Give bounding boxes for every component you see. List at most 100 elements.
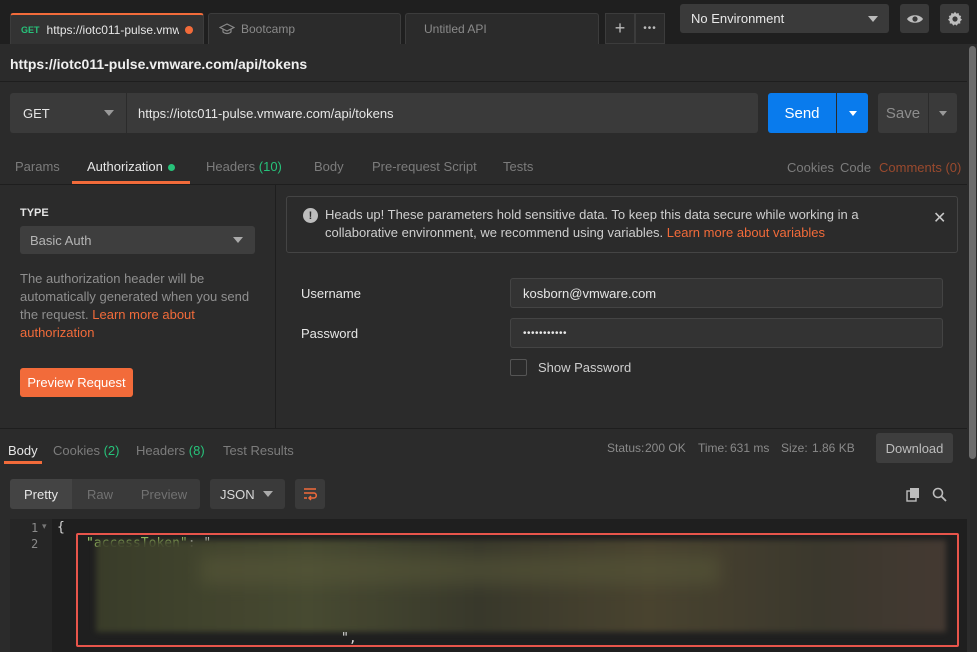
headers-count: (10)	[258, 159, 282, 174]
chevron-down-icon	[233, 237, 243, 243]
cookies-count: (2)	[103, 443, 120, 458]
send-button[interactable]: Send	[768, 93, 836, 133]
tab-body[interactable]: Body	[314, 159, 344, 174]
size-label: Size:	[781, 441, 808, 455]
save-options-button[interactable]	[929, 93, 957, 133]
show-password-label[interactable]: Show Password	[538, 360, 631, 375]
url-value: https://iotc011-pulse.vmware.com/api/tok…	[138, 105, 394, 121]
view-raw-label: Raw	[86, 486, 113, 502]
chevron-down-icon	[848, 110, 857, 116]
highlight-box	[76, 533, 959, 647]
environment-select[interactable]: No Environment	[680, 4, 889, 33]
scrollbar-thumb[interactable]	[969, 46, 976, 459]
status-value[interactable]: 200 OK	[645, 441, 686, 455]
response-tab-body[interactable]: Body	[8, 443, 38, 458]
tab-bootcamp[interactable]: Bootcamp	[208, 13, 401, 44]
tab-untitled-api[interactable]: Untitled API	[405, 13, 599, 44]
learn-more-variables-link[interactable]: Learn more about variables	[667, 225, 825, 240]
manage-environments-button[interactable]	[940, 4, 969, 33]
auth-type-select[interactable]: Basic Auth	[20, 226, 255, 254]
gear-icon	[947, 11, 962, 26]
chevron-down-icon	[104, 110, 114, 116]
tab-label: Bootcamp	[241, 22, 296, 36]
response-tab-test-results[interactable]: Test Results	[223, 443, 294, 458]
graduation-cap-icon	[219, 23, 235, 35]
fold-arrow-icon[interactable]: ▾	[42, 521, 47, 532]
line-number: 2	[31, 537, 39, 551]
preview-request-label: Preview Request	[27, 375, 126, 390]
line-number: 1	[31, 521, 39, 535]
view-pretty-button[interactable]: Pretty	[10, 479, 72, 509]
send-options-button[interactable]	[837, 93, 868, 133]
auth-type-value: Basic Auth	[30, 232, 92, 248]
wrap-lines-button[interactable]	[295, 479, 325, 509]
view-raw-button[interactable]: Raw	[72, 479, 128, 509]
new-tab-button[interactable]: +	[605, 13, 635, 44]
view-preview-button[interactable]: Preview	[128, 479, 200, 509]
chevron-down-icon	[263, 491, 273, 497]
time-value[interactable]: 631 ms	[730, 441, 769, 455]
auth-type-label: TYPE	[20, 207, 49, 219]
tab-headers-label: Headers	[206, 159, 256, 174]
password-value: •••••••••••	[523, 327, 568, 339]
password-field[interactable]: •••••••••••	[510, 318, 943, 348]
auth-description: The authorization header will be automat…	[20, 270, 260, 342]
method-value: GET	[23, 105, 50, 121]
format-select[interactable]: JSON	[210, 479, 285, 509]
active-tab-indicator	[4, 461, 42, 464]
preview-request-button[interactable]: Preview Request	[20, 368, 133, 397]
request-title[interactable]: https://iotc011-pulse.vmware.com/api/tok…	[10, 56, 307, 72]
divider	[0, 81, 977, 82]
tab-authorization-label: Authorization	[87, 159, 163, 174]
password-label: Password	[301, 326, 359, 341]
tab-label: Untitled API	[424, 22, 487, 36]
headers-count: (8)	[188, 443, 205, 458]
more-tabs-button[interactable]: •••	[635, 13, 665, 44]
cookies-link[interactable]: Cookies	[787, 160, 834, 175]
tab-params[interactable]: Params	[15, 159, 60, 174]
code-link[interactable]: Code	[840, 160, 871, 175]
username-value: kosborn@vmware.com	[523, 285, 657, 301]
response-tab-headers[interactable]: Headers (8)	[136, 443, 205, 458]
copy-icon[interactable]	[906, 487, 921, 505]
warning-icon: !	[303, 208, 318, 223]
url-input[interactable]: https://iotc011-pulse.vmware.com/api/tok…	[127, 93, 758, 133]
tab-method: GET	[21, 24, 40, 35]
search-icon[interactable]	[932, 487, 947, 505]
notice-text: Heads up! These parameters hold sensitiv…	[325, 206, 925, 242]
status-label: Status:	[607, 441, 645, 455]
send-label: Send	[784, 104, 820, 122]
size-value[interactable]: 1.86 KB	[812, 441, 855, 455]
chevron-down-icon	[939, 110, 947, 116]
wrap-lines-icon	[304, 488, 317, 501]
response-tab-headers-label: Headers	[136, 443, 186, 458]
eye-icon	[906, 14, 923, 23]
format-value: JSON	[220, 486, 255, 502]
status-dot-icon	[167, 164, 175, 172]
ellipsis-icon: •••	[643, 23, 657, 34]
save-label: Save	[885, 104, 921, 122]
download-button[interactable]: Download	[876, 433, 953, 463]
tab-request-active[interactable]: GET https://iotc011-pulse.vmwa	[10, 13, 204, 44]
response-tab-cookies-label: Cookies	[53, 443, 100, 458]
view-pretty-label: Pretty	[24, 486, 58, 502]
tab-label: https://iotc011-pulse.vmwa	[46, 22, 179, 37]
tab-authorization[interactable]: Authorization	[87, 159, 175, 174]
environment-value: No Environment	[691, 11, 785, 26]
response-tab-cookies[interactable]: Cookies (2)	[53, 443, 119, 458]
tab-pre-request-script[interactable]: Pre-request Script	[372, 159, 477, 174]
comments-link[interactable]: Comments (0)	[879, 160, 961, 175]
method-select[interactable]: GET	[10, 93, 126, 133]
chevron-down-icon	[868, 15, 878, 22]
plus-icon: +	[614, 18, 626, 38]
username-field[interactable]: kosborn@vmware.com	[510, 278, 943, 308]
code-line-1: {	[57, 520, 65, 535]
tab-headers[interactable]: Headers (10)	[206, 159, 282, 174]
time-label: Time:	[698, 441, 728, 455]
download-label: Download	[885, 440, 944, 456]
close-icon[interactable]: ✕	[933, 208, 946, 228]
tab-tests[interactable]: Tests	[503, 159, 533, 174]
environment-quick-look-button[interactable]	[900, 4, 929, 33]
save-button[interactable]: Save	[878, 93, 928, 133]
show-password-checkbox[interactable]	[510, 359, 527, 376]
